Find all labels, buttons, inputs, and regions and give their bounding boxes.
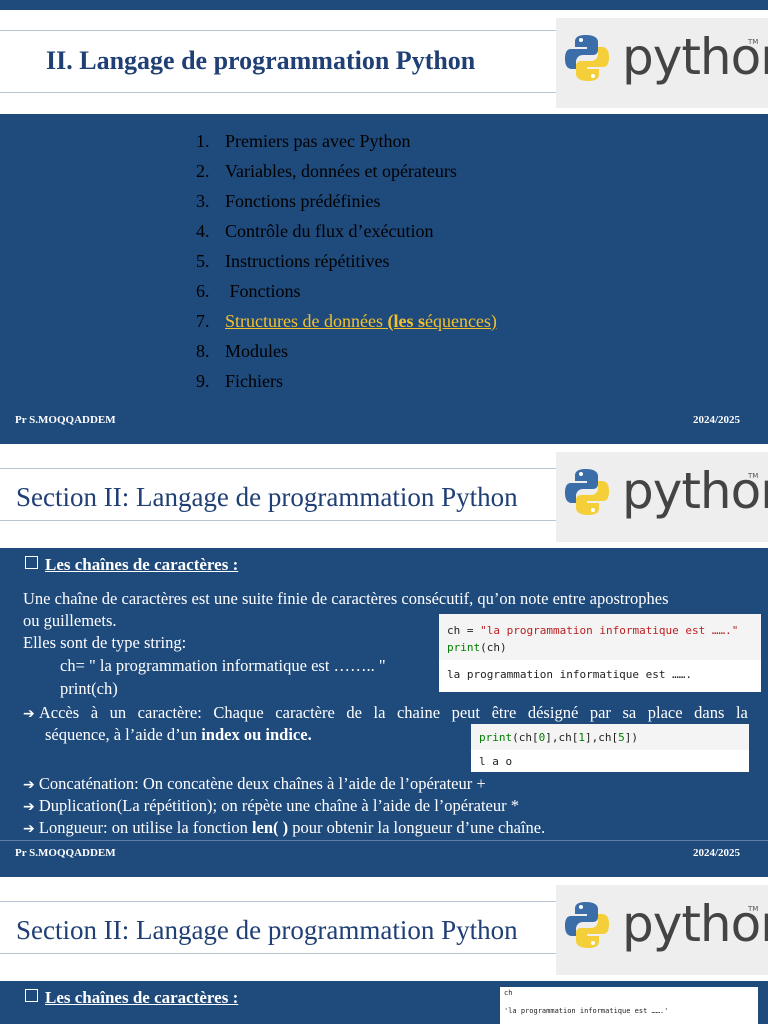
- python-snake-icon: [565, 35, 609, 81]
- access-line: ➔ Accès à un caractère: Chaque caractère…: [23, 703, 748, 722]
- python-logo: python TM: [556, 885, 768, 975]
- active-link[interactable]: Structures de données (les séquences): [225, 311, 497, 331]
- toc-item: 3. Fonctions prédéfinies: [196, 191, 381, 211]
- trademark: TM: [748, 472, 759, 480]
- code-output: l a o: [471, 750, 749, 772]
- toc-item: 5. Instructions répétitives: [196, 251, 390, 271]
- footer-author: Pr S.MOQQADDEM: [15, 847, 116, 859]
- python-wordmark: python: [622, 895, 768, 953]
- section-heading: Les chaînes de caractères :: [45, 988, 239, 1007]
- arrow-right-icon: ➔: [23, 777, 35, 793]
- slide-strings: Section II: Langage de programmation Pyt…: [0, 444, 768, 878]
- code-output: la programmation informatique est …….: [439, 660, 761, 692]
- toc-item: 4. Contrôle du flux d’exécution: [196, 221, 434, 241]
- code-snippet-3: ch 'la programmation informatique est ………: [500, 987, 758, 1024]
- python-logo: python TM: [556, 452, 768, 542]
- access-line-cont: séquence, à l’aide d’un index ou indice.: [45, 725, 312, 744]
- footer-author: Pr S.MOQQADDEM: [15, 414, 116, 426]
- slide-title: II. Langage de programmation Python: [46, 46, 476, 75]
- toc-item: 9. Fichiers: [196, 371, 283, 391]
- python-wordmark: python: [622, 462, 768, 520]
- slide-toc: II. Langage de programmation Python pyth…: [0, 10, 768, 444]
- type-line: Elles sont de type string:: [23, 633, 187, 652]
- concat-line: ➔ Concaténation: On concatène deux chaîn…: [23, 774, 486, 793]
- trademark: TM: [748, 905, 759, 913]
- intro-text-cont: ou guillemets.: [23, 611, 117, 630]
- arrow-right-icon: ➔: [23, 821, 35, 837]
- code-line: print(ch[0],ch[1],ch[5]): [479, 731, 638, 744]
- footer-rule: [0, 840, 768, 841]
- toc-item-active[interactable]: 7. Structures de données (les séquences): [196, 306, 497, 336]
- code-snippet-2: print(ch[0],ch[1],ch[5]) l a o: [471, 724, 749, 772]
- slide-title: Section II: Langage de programmation Pyt…: [16, 482, 518, 512]
- slide-header: Section II: Langage de programmation Pyt…: [0, 444, 768, 548]
- toc-item: 1. Premiers pas avec Python: [196, 131, 411, 151]
- example-line: ch= " la programmation informatique est …: [60, 656, 386, 675]
- toc-item: 8. Modules: [196, 341, 288, 361]
- code-line: ch = "la programmation informatique est …: [447, 624, 739, 637]
- code-snippet-1: ch = "la programmation informatique est …: [439, 614, 761, 692]
- footer-year: 2024/2025: [693, 847, 741, 859]
- slide-header: II. Langage de programmation Python pyth…: [0, 10, 768, 114]
- arrow-right-icon: ➔: [23, 706, 35, 722]
- toc-item: 2. Variables, données et opérateurs: [196, 161, 457, 181]
- python-wordmark: python: [622, 28, 768, 86]
- example-line: print(ch): [60, 679, 118, 698]
- slide-strings-continued: Section II: Langage de programmation Pyt…: [0, 877, 768, 1024]
- slide-title: Section II: Langage de programmation Pyt…: [16, 915, 518, 945]
- slide-header: Section II: Langage de programmation Pyt…: [0, 877, 768, 981]
- dup-line: ➔ Duplication(La répétition); on répète …: [23, 796, 519, 815]
- length-line: ➔ Longueur: on utilise la fonction len( …: [23, 818, 546, 837]
- checkbox-bullet-icon: [25, 989, 38, 1002]
- table-of-contents: 1. Premiers pas avec Python 2. Variables, …: [196, 126, 497, 396]
- trademark: TM: [748, 38, 759, 46]
- python-snake-icon: [565, 902, 609, 948]
- python-logo: python TM: [556, 18, 768, 108]
- section-heading: Les chaînes de caractères :: [45, 555, 239, 574]
- arrow-right-icon: ➔: [23, 799, 35, 815]
- checkbox-bullet-icon: [25, 556, 38, 569]
- intro-text: Une chaîne de caractères est une suite f…: [23, 589, 669, 608]
- toc-item: 6. Fonctions: [196, 281, 301, 301]
- footer-year: 2024/2025: [693, 414, 741, 426]
- previous-slide-strip: [0, 0, 768, 10]
- python-snake-icon: [565, 469, 609, 515]
- code-line: print(ch): [447, 641, 507, 654]
